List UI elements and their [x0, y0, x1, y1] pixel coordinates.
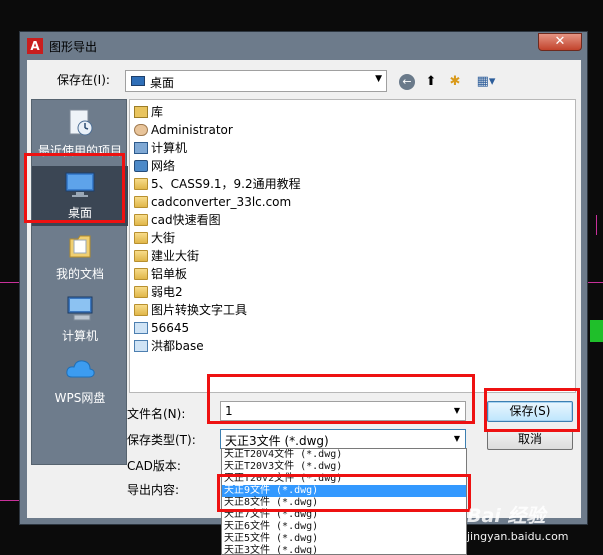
watermark-url: jingyan.baidu.com — [467, 530, 569, 543]
export-content-label: 导出内容: — [127, 483, 180, 497]
list-item[interactable]: 大街 — [134, 229, 175, 247]
list-item[interactable]: 库 — [134, 103, 163, 121]
title-bar[interactable]: A 图形导出 ✕ — [20, 32, 587, 60]
list-item[interactable]: 5、CASS9.1，9.2通用教程 — [134, 175, 301, 193]
cloud-icon — [66, 360, 95, 378]
list-item[interactable]: 铝单板 — [134, 265, 187, 283]
place-label: 我的文档 — [55, 267, 104, 281]
folder-icon — [134, 304, 148, 316]
list-item-label: Administrator — [151, 123, 233, 137]
list-item[interactable]: 56645 — [134, 319, 189, 337]
autocad-icon: A — [27, 38, 43, 54]
list-item[interactable]: 建业大街 — [134, 247, 199, 265]
cad-marker — [590, 320, 603, 342]
list-item[interactable]: Administrator — [134, 121, 233, 139]
computer-icon — [67, 296, 93, 321]
list-item-label: 网络 — [151, 159, 176, 173]
list-item[interactable]: 网络 — [134, 157, 175, 175]
list-item[interactable]: 图片转换文字工具 — [134, 301, 247, 319]
img-icon — [134, 340, 148, 352]
list-item-label: 弱电2 — [151, 285, 183, 299]
cad-line — [596, 215, 597, 235]
filetype-value: 天正3文件 (*.dwg) — [225, 434, 329, 448]
img-icon — [134, 322, 148, 334]
new-folder-button[interactable]: ✱ — [446, 73, 464, 91]
dropdown-option[interactable]: 天正5文件 (*.dwg) — [222, 533, 466, 545]
folder-icon — [134, 178, 148, 190]
list-item-label: 计算机 — [151, 141, 188, 155]
up-folder-button[interactable]: ⬆ — [422, 73, 440, 91]
folder-icon — [134, 232, 148, 244]
place-label: 计算机 — [61, 329, 98, 343]
list-item-label: cadconverter_33lc.com — [151, 195, 292, 209]
recent-icon — [69, 109, 93, 136]
list-item[interactable]: 弱电2 — [134, 283, 183, 301]
list-item[interactable]: cadconverter_33lc.com — [134, 193, 291, 211]
look-in-select[interactable]: 桌面 ▼ — [125, 70, 387, 92]
cancel-button[interactable]: 取消 — [487, 429, 573, 450]
pc-icon — [134, 142, 148, 154]
folder-icon — [134, 286, 148, 298]
desktop-icon — [131, 76, 145, 86]
file-list[interactable]: 库 Administrator 计算机网络 5、CASS9.1，9.2通用教程 cadc… — [129, 99, 576, 393]
list-item-label: 建业大街 — [151, 249, 200, 263]
look-in-value: 桌面 — [150, 76, 175, 90]
folder-icon — [134, 196, 148, 208]
lib-icon — [134, 106, 148, 118]
list-item[interactable]: 计算机 — [134, 139, 187, 157]
annotation-box-desktop — [24, 153, 125, 223]
cad-line — [0, 282, 19, 283]
place-label: WPS网盘 — [54, 391, 106, 405]
cad-line — [588, 282, 603, 283]
chevron-down-icon[interactable]: ▼ — [375, 74, 382, 84]
cad-version-label: CAD版本: — [127, 459, 181, 473]
user-icon — [134, 124, 148, 136]
filename-label: 文件名(N): — [127, 407, 186, 421]
watermark-logo-text: Bai 经验 — [467, 505, 546, 527]
list-item-label: cad快速看图 — [151, 213, 221, 227]
list-item[interactable]: cad快速看图 — [134, 211, 221, 229]
filetype-label: 保存类型(T): — [127, 433, 196, 447]
list-item-label: 大街 — [151, 231, 176, 245]
place-wps-cloud[interactable]: WPS网盘 — [32, 351, 128, 411]
folder-icon — [134, 214, 148, 226]
window-title: 图形导出 — [49, 40, 98, 54]
place-computer[interactable]: 计算机 — [32, 289, 128, 349]
look-in-label: 保存在(I): — [57, 73, 110, 87]
annotation-box-filename — [207, 374, 475, 424]
folder-icon — [134, 250, 148, 262]
list-item-label: 5、CASS9.1，9.2通用教程 — [151, 177, 301, 191]
chevron-down-icon[interactable]: ▼ — [454, 434, 460, 443]
documents-icon — [69, 235, 91, 258]
list-item-label: 洪都base — [151, 339, 204, 353]
list-item-label: 图片转换文字工具 — [151, 303, 248, 317]
folder-icon — [134, 268, 148, 280]
views-menu-button[interactable]: ▦▾ — [473, 73, 499, 91]
list-item-label: 铝单板 — [151, 267, 188, 281]
back-button[interactable]: ← — [398, 73, 416, 91]
back-arrow-icon: ← — [399, 74, 415, 90]
list-item[interactable]: 洪都base — [134, 337, 204, 355]
list-item-label: 库 — [151, 105, 164, 119]
dropdown-option[interactable]: 天正6文件 (*.dwg) — [222, 521, 466, 533]
list-item-label: 56645 — [151, 321, 190, 335]
dropdown-option[interactable]: 天正3文件 (*.dwg) — [222, 545, 466, 554]
annotation-box-save — [484, 388, 580, 432]
net-icon — [134, 160, 148, 172]
baidu-watermark: Bai 经验 jingyan.baidu.com — [463, 497, 603, 555]
annotation-box-filetype — [217, 474, 471, 512]
dropdown-option[interactable]: 天正T20V4文件 (*.dwg) — [222, 449, 466, 461]
place-documents[interactable]: 我的文档 — [32, 227, 128, 287]
dropdown-option[interactable]: 天正T20V3文件 (*.dwg) — [222, 461, 466, 473]
cad-line — [0, 500, 19, 501]
filetype-select[interactable]: 天正3文件 (*.dwg) ▼ — [220, 429, 466, 449]
close-button[interactable]: ✕ — [538, 33, 582, 51]
